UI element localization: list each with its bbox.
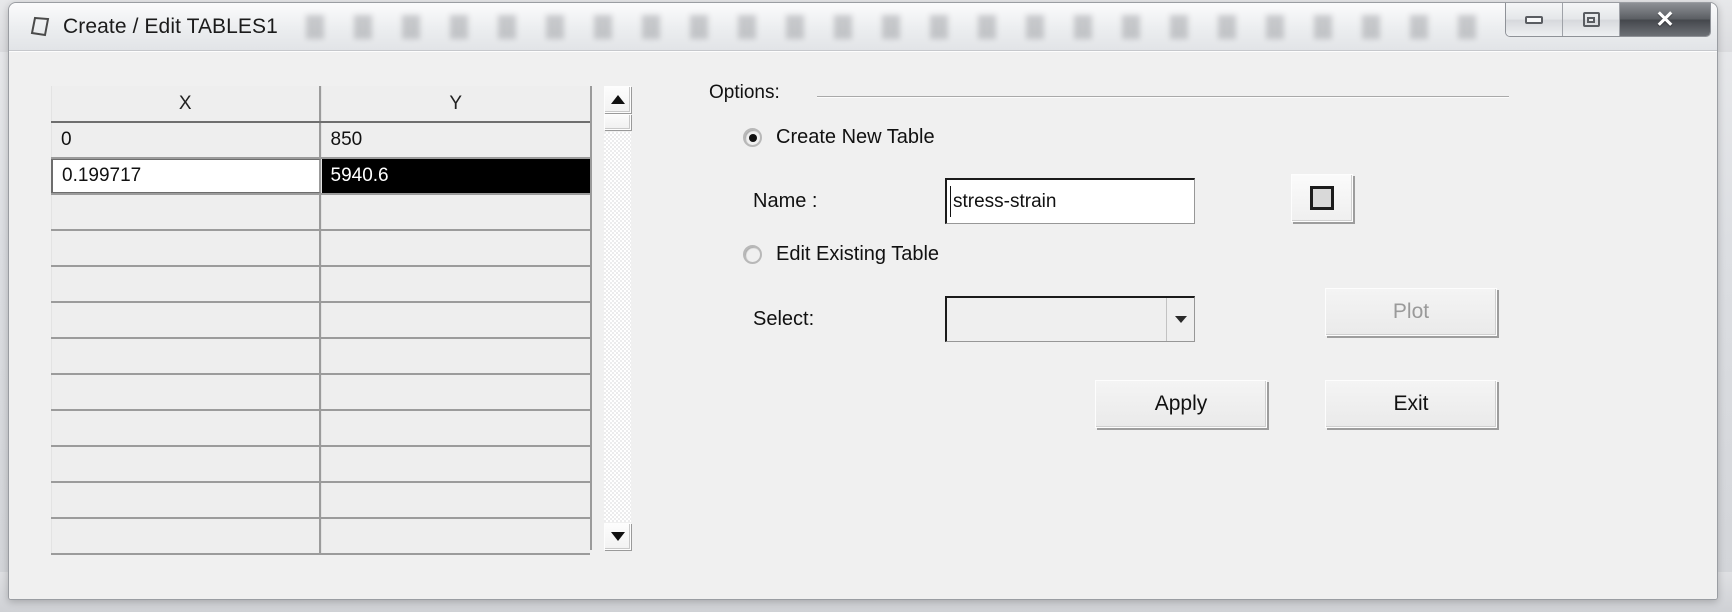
grid-cell-x-editing[interactable]: 0.199717 (51, 159, 321, 193)
grid-cell-x[interactable]: 0 (51, 123, 321, 157)
grid-cell-x[interactable] (51, 447, 321, 481)
table-row[interactable] (51, 267, 590, 303)
plot-button[interactable]: Plot (1325, 288, 1497, 336)
table-row[interactable] (51, 411, 590, 447)
scrollbar-track[interactable] (604, 132, 631, 522)
minimize-icon (1525, 15, 1543, 24)
title-bar-blurred-toolbar (305, 14, 1489, 39)
column-header-x[interactable]: X (51, 86, 321, 121)
window-title: Create / Edit TABLES1 (63, 14, 278, 38)
grid-cell-y[interactable] (320, 447, 590, 481)
grid-cell-x[interactable] (51, 231, 321, 265)
table-row[interactable] (51, 195, 590, 231)
minimize-button[interactable] (1506, 3, 1563, 36)
scroll-down-button[interactable] (604, 523, 631, 550)
name-input[interactable]: stress-strain (945, 178, 1195, 224)
create-edit-tables-dialog: Create / Edit TABLES1 ✕ X Y 0 850 0.1997… (8, 2, 1718, 600)
restore-icon (1582, 12, 1600, 27)
table-row[interactable] (51, 375, 590, 411)
radio-create-new-table-label: Create New Table (776, 126, 935, 148)
grid-cell-y[interactable] (320, 339, 590, 373)
grid-cell-y-selected[interactable]: 5940.6 (320, 159, 590, 193)
preview-square-icon (1310, 186, 1334, 210)
apply-button[interactable]: Apply (1095, 380, 1267, 428)
name-picker-button[interactable] (1291, 174, 1353, 222)
grid-cell-y[interactable] (320, 375, 590, 409)
scroll-up-button[interactable] (604, 86, 631, 113)
select-dropdown[interactable] (945, 296, 1195, 342)
grid-cell-x[interactable] (51, 375, 321, 409)
chevron-down-icon[interactable] (1166, 298, 1194, 341)
window-controls: ✕ (1505, 3, 1711, 37)
dialog-client-area: X Y 0 850 0.199717 5940.6 Options: Creat… (9, 51, 1717, 599)
grid-cell-y[interactable] (320, 267, 590, 301)
grid-cell-x[interactable] (51, 411, 321, 445)
close-button[interactable]: ✕ (1620, 3, 1710, 36)
column-header-y[interactable]: Y (320, 86, 590, 121)
restore-button[interactable] (1563, 3, 1620, 36)
radio-unselected-icon (743, 245, 762, 264)
table-row[interactable]: 0 850 (51, 123, 590, 159)
grid-cell-y[interactable] (320, 411, 590, 445)
grid-cell-y[interactable] (320, 519, 590, 553)
radio-create-new-table[interactable]: Create New Table (743, 126, 935, 149)
title-bar: Create / Edit TABLES1 ✕ (9, 3, 1717, 51)
select-label: Select: (753, 307, 815, 330)
grid-cell-y[interactable] (320, 303, 590, 337)
grid-cell-y[interactable] (320, 195, 590, 229)
close-icon: ✕ (1655, 6, 1675, 32)
table-row[interactable] (51, 483, 590, 519)
grid-cell-y[interactable] (320, 483, 590, 517)
options-legend: Options: (709, 82, 786, 104)
grid-cell-x[interactable] (51, 339, 321, 373)
grid-vertical-scrollbar[interactable] (604, 86, 631, 550)
table-row[interactable] (51, 339, 590, 375)
text-caret (950, 186, 951, 217)
radio-selected-icon (743, 128, 762, 147)
data-grid[interactable]: X Y 0 850 0.199717 5940.6 (51, 86, 592, 555)
scrollbar-thumb[interactable] (604, 114, 631, 130)
table-quad-icon (27, 14, 53, 40)
exit-button[interactable]: Exit (1325, 380, 1497, 428)
table-row[interactable] (51, 231, 590, 267)
grid-cell-y[interactable]: 850 (320, 123, 590, 157)
grid-cell-y[interactable] (320, 231, 590, 265)
name-field-row: Name : stress-strain (753, 178, 1195, 224)
table-row[interactable] (51, 447, 590, 483)
options-group-divider (817, 96, 1509, 98)
grid-header-row: X Y (51, 86, 590, 123)
options-group: Options: Create New Table Name : stress-… (709, 82, 1509, 502)
table-row[interactable] (51, 519, 590, 555)
table-editor: X Y 0 850 0.199717 5940.6 (51, 86, 631, 555)
grid-cell-x[interactable] (51, 303, 321, 337)
radio-edit-existing-table[interactable]: Edit Existing Table (743, 243, 939, 266)
name-label: Name : (753, 189, 818, 212)
grid-cell-x[interactable] (51, 519, 321, 553)
grid-cell-x[interactable] (51, 195, 321, 229)
table-row[interactable] (51, 303, 590, 339)
grid-cell-x[interactable] (51, 267, 321, 301)
select-field-row: Select: (753, 296, 1195, 342)
scroll-down-arrow-icon (610, 532, 625, 541)
scroll-up-arrow-icon (610, 95, 625, 104)
table-row[interactable]: 0.199717 5940.6 (51, 159, 590, 195)
radio-edit-existing-table-label: Edit Existing Table (776, 243, 940, 265)
grid-cell-x[interactable] (51, 483, 321, 517)
